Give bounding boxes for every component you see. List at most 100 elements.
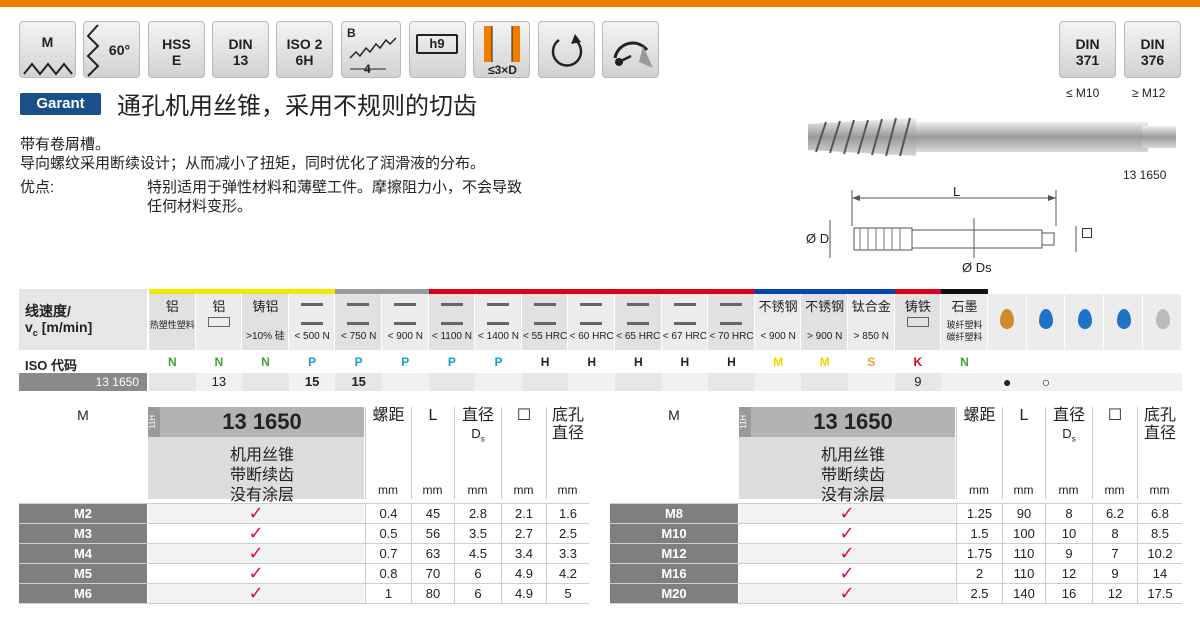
value-M16-pitch: 2 <box>956 564 1002 583</box>
value-M4-length: 63 <box>411 544 454 563</box>
cooling-icon <box>602 21 659 78</box>
air-blast-icon <box>1155 309 1170 329</box>
drawing-length-label: L <box>953 184 961 199</box>
value-M10-pitch: 1.5 <box>956 524 1002 543</box>
product-desc-2: 没有涂层 <box>820 487 885 504</box>
cutting-speed-14 <box>801 373 848 391</box>
size-cell-M3: M3 <box>19 524 147 543</box>
material-group-strip-8 <box>521 289 569 294</box>
speed-label-unit: [m/min] <box>37 319 93 335</box>
depth-label: ≤3×D <box>488 63 517 77</box>
value-M5-drill-dia: 4.2 <box>546 564 589 583</box>
din13-icon: DIN 13 <box>212 21 269 78</box>
availability-check-M12: ✓ <box>739 544 955 563</box>
value-M16-drill-dia: 14 <box>1137 564 1182 583</box>
value-M5-pitch: 0.8 <box>365 564 411 583</box>
cutting-speed-10 <box>615 373 662 391</box>
value-M16-square: 9 <box>1092 564 1137 583</box>
product-code: 13 1650 <box>751 407 955 437</box>
desc-line1: 带有卷屑槽。 <box>20 136 111 153</box>
iso-code-5: P <box>401 355 410 369</box>
speed-label: 线速度/ vc [m/min] <box>25 303 92 341</box>
cutting-speed-5 <box>382 373 429 391</box>
matrix-code-label: 13 1650 <box>19 373 147 391</box>
steel-beam-icon-7 <box>487 303 510 325</box>
din13-line2: 13 <box>232 52 249 68</box>
cutting-speed-13 <box>754 373 802 391</box>
value-M5-shank-dia: 6 <box>454 564 501 583</box>
col-header-shank-dia-line1: Ds <box>471 426 485 444</box>
material-group-strip-3 <box>288 289 336 294</box>
value-M2-square: 2.1 <box>501 504 546 523</box>
col-header-square-line0: ☐ <box>516 407 532 424</box>
material-label-7: < 1400 N <box>478 331 519 342</box>
din371-range: ≤ M10 <box>1066 86 1100 100</box>
material-icon-16 <box>906 317 929 327</box>
drawing-shank-label: Ø Ds <box>962 260 992 275</box>
chamfer-form-icon: B 4 <box>341 21 401 78</box>
material-label-3: < 500 N <box>294 331 330 342</box>
product-desc-2: 没有涂层 <box>229 487 294 504</box>
emulsion-drop-icon <box>1039 309 1054 329</box>
din371-line1: DIN <box>1075 36 1100 52</box>
col-header-pitch-line0: 螺距 <box>372 407 405 424</box>
cutting-speed-2 <box>242 373 289 391</box>
thread-type-icon: M <box>19 21 76 78</box>
value-M20-length: 140 <box>1002 584 1045 603</box>
value-M8-length: 90 <box>1002 504 1045 523</box>
material-group-strip-10 <box>615 289 662 294</box>
col-header-pitch-line0: 螺距 <box>963 407 996 424</box>
material-sublabel-13: < 900 N <box>760 331 796 342</box>
material-group-strip-11 <box>661 289 709 294</box>
unit-pitch: mm <box>969 483 989 497</box>
size-cell-M20: M20 <box>610 584 738 603</box>
iso-code-label: ISO 代码 <box>25 358 78 373</box>
value-M3-square: 2.7 <box>501 524 546 543</box>
iso-code-4: P <box>354 355 363 369</box>
iso-code-13: M <box>773 355 784 369</box>
coolant-suitability-0: ● <box>987 373 1027 391</box>
value-M10-drill-dia: 8.5 <box>1137 524 1182 543</box>
steel-beam-icon-10 <box>627 303 649 325</box>
din376-badge: DIN 376 <box>1124 21 1181 78</box>
material-label-14: 不锈钢 <box>805 299 845 314</box>
value-M6-drill-dia: 5 <box>546 584 589 603</box>
material-group-strip-0 <box>149 289 196 294</box>
size-cell-M10: M10 <box>610 524 738 543</box>
material-label-13: 不锈钢 <box>758 299 798 314</box>
gauge-arrow-icon <box>613 41 653 68</box>
din371-line2: 371 <box>1075 52 1100 68</box>
material-sublabel-17: 玻纤塑料 碳纤塑料 <box>946 320 983 342</box>
iso-line2: 6H <box>295 52 314 68</box>
table-bottom-line <box>610 603 1182 604</box>
speed-label-v: v <box>25 319 33 335</box>
iso-code-12: H <box>727 355 736 369</box>
angle-zigzag-icon <box>86 24 100 77</box>
value-M8-pitch: 1.25 <box>956 504 1002 523</box>
availability-check-M8: ✓ <box>739 504 955 523</box>
material-label-2: 铸铝 <box>252 299 279 314</box>
din376-range: ≥ M12 <box>1132 86 1166 100</box>
coolant-suitability-1: ○ <box>1026 373 1066 391</box>
value-M3-length: 56 <box>411 524 454 543</box>
col-header-length-line0: L <box>428 407 438 424</box>
iso-code-2: N <box>261 355 270 369</box>
unit-pitch: mm <box>378 483 398 497</box>
material-label-16: 铸铁 <box>904 299 931 314</box>
size-cell-M16: M16 <box>610 564 738 583</box>
material-sublabel-15: > 850 N <box>853 331 889 342</box>
cutting-speed-17 <box>941 373 988 391</box>
value-M4-drill-dia: 3.3 <box>546 544 589 563</box>
availability-check-M4: ✓ <box>148 544 364 563</box>
material-label-11: < 67 HRC <box>662 331 707 342</box>
value-M4-square: 3.4 <box>501 544 546 563</box>
iso-code-10: H <box>633 355 643 369</box>
shank-tolerance-icon: h9 <box>409 21 466 78</box>
value-M12-pitch: 1.75 <box>956 544 1002 563</box>
value-M3-drill-dia: 2.5 <box>546 524 589 543</box>
cutting-speed-0 <box>149 373 196 391</box>
steel-beam-icon-4 <box>347 303 370 325</box>
value-M20-shank-dia: 16 <box>1045 584 1092 603</box>
material-label-5: < 900 N <box>387 331 423 342</box>
col-m-header: M <box>668 407 680 423</box>
